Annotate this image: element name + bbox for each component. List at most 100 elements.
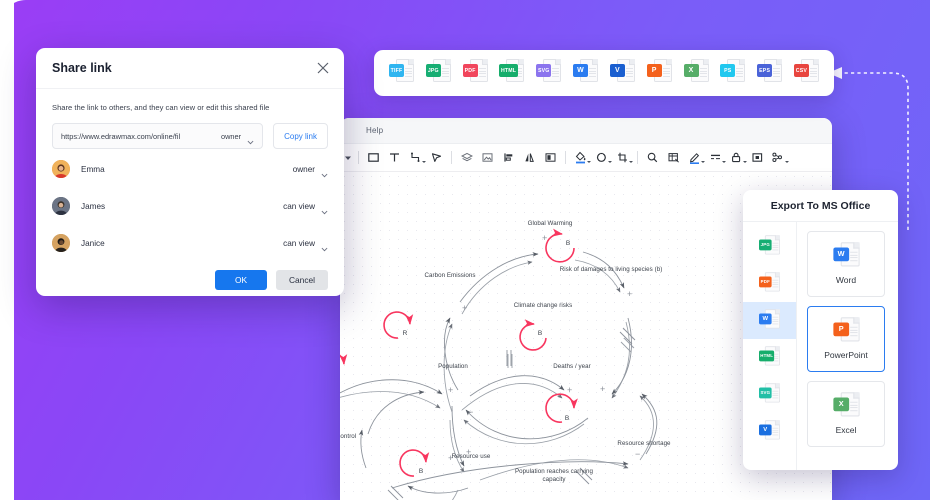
image-icon[interactable] (477, 147, 498, 169)
chevron-down-icon[interactable] (321, 240, 328, 251)
chevron-down-icon[interactable] (321, 203, 328, 214)
toolbar-separator (565, 151, 566, 164)
diagram-node-resource-short[interactable]: Resource shortage (599, 440, 689, 448)
export-sidebar-item-visio[interactable]: V (743, 413, 796, 450)
diagram-node-carbon-emissions[interactable]: Carbon Emissions (400, 272, 500, 280)
file-badge-label: CSV (793, 64, 809, 77)
export-card-word[interactable]: W Word (807, 231, 885, 297)
export-card-label: PowerPoint (824, 350, 868, 360)
file-fold-shape (592, 59, 599, 65)
export-sidebar-item-word[interactable]: W (743, 302, 796, 339)
avatar (52, 160, 70, 178)
file-icon-jpg: JPG (759, 234, 780, 259)
diagram-node-deaths-year[interactable]: Deaths / year (541, 363, 603, 371)
file-lines (478, 68, 486, 79)
diagram-node-carrying[interactable]: Population reaches carrying capacity (484, 468, 624, 484)
table-icon[interactable] (663, 147, 684, 169)
flip-icon[interactable] (519, 147, 540, 169)
file-icon-excel[interactable]: X (683, 59, 709, 87)
lock-icon[interactable] (726, 147, 747, 169)
export-card-label: Word (835, 275, 857, 285)
file-icon-pdf[interactable]: PDF (462, 59, 488, 87)
export-card-label: Excel (835, 425, 857, 435)
pen-icon[interactable] (684, 147, 705, 169)
share-person-name: James (81, 201, 106, 211)
group-icon[interactable] (768, 147, 789, 169)
diagram-node-risk-damages[interactable]: Risk of damages to living species (b) (536, 266, 686, 274)
file-fold-shape (812, 59, 819, 65)
export-sidebar-item-svg[interactable]: SVG (743, 376, 796, 413)
file-icon-tiff[interactable]: TIFF (389, 59, 414, 87)
file-icon-jpg[interactable]: JPG (425, 59, 451, 87)
line-style-icon[interactable] (705, 147, 726, 169)
pointer-icon[interactable] (426, 147, 447, 169)
share-person-role: owner (292, 164, 315, 174)
file-icon-excel: X (832, 392, 860, 421)
share-dialog-description: Share the link to others, and they can v… (52, 103, 270, 112)
fill-color-icon[interactable] (570, 147, 591, 169)
app-toolbar (340, 144, 832, 172)
crop-icon[interactable] (612, 147, 633, 169)
shape-rectangle-icon[interactable] (363, 147, 384, 169)
export-card-powerpoint[interactable]: P PowerPoint (807, 306, 885, 372)
file-icon-csv[interactable]: CSV (793, 59, 819, 87)
export-sidebar-item-jpg[interactable]: JPG (743, 228, 796, 265)
connector-icon[interactable] (405, 147, 426, 169)
diagram-node-global-warming[interactable]: Global Warming (500, 220, 600, 228)
text-icon[interactable] (384, 147, 405, 169)
file-badge-label: PS (720, 64, 736, 77)
file-badge-label: P (646, 64, 662, 77)
file-lines (441, 68, 449, 79)
file-icon-powerpoint[interactable]: P (646, 59, 672, 87)
file-badge-label: W (759, 312, 772, 324)
file-icon-word: W (832, 242, 860, 271)
file-badge-label: P (832, 322, 849, 337)
share-dialog-actions: OK Cancel (36, 260, 344, 290)
polarity-plus: + (627, 289, 633, 299)
frame-icon[interactable] (540, 147, 561, 169)
file-lines (773, 68, 781, 79)
align-icon[interactable] (498, 147, 519, 169)
share-link-row: https://www.edrawmax.com/online/fil owne… (36, 112, 344, 149)
file-icon-word[interactable]: W (573, 59, 599, 87)
diagram-node-climate-risks[interactable]: Climate change risks (493, 302, 593, 310)
ok-button[interactable]: OK (215, 270, 267, 290)
file-icon-svg: SVG (759, 382, 780, 407)
file-icon-ps[interactable]: PS (720, 59, 746, 87)
chevron-down-icon[interactable] (247, 133, 254, 144)
close-icon[interactable] (316, 61, 330, 75)
diagram-node-population-ctrl[interactable]: Population control (340, 433, 376, 441)
loop-letter-consume: B (418, 468, 424, 475)
copy-link-button[interactable]: Copy link (273, 123, 328, 149)
polarity-plus: + (542, 233, 548, 243)
file-lines (625, 68, 633, 79)
file-icon-visio[interactable]: V (609, 59, 635, 87)
search-icon[interactable] (642, 147, 663, 169)
avatar (52, 197, 70, 215)
menu-item-help[interactable]: Help (366, 126, 383, 135)
shape-style-icon[interactable] (591, 147, 612, 169)
export-sidebar-item-pdf[interactable]: PDF (743, 265, 796, 302)
file-lines (699, 68, 707, 79)
share-person-name: Janice (81, 238, 105, 248)
file-fold-shape (702, 59, 709, 65)
share-link-input[interactable]: https://www.edrawmax.com/online/fil owne… (52, 123, 264, 149)
export-card-excel[interactable]: X Excel (807, 381, 885, 447)
file-icon-eps[interactable]: EPS (757, 59, 783, 87)
file-icon-svg[interactable]: SVG (536, 59, 562, 87)
center-icon[interactable] (747, 147, 768, 169)
diagram-node-births-year[interactable]: Births / year (340, 365, 352, 373)
file-badge-label: PDF (759, 275, 772, 287)
file-icon-word: W (759, 308, 780, 333)
cancel-button[interactable]: Cancel (276, 270, 328, 290)
export-sidebar-item-html[interactable]: HTML (743, 339, 796, 376)
polarity-plus: + (462, 303, 468, 313)
share-person-row: Emma owner (36, 152, 344, 186)
diagram-node-population[interactable]: Population (423, 363, 483, 371)
chevron-down-icon[interactable] (321, 166, 328, 177)
diagram-node-resource-use[interactable]: Resource use (436, 453, 506, 461)
file-icon-html: HTML (759, 345, 780, 370)
layers-icon[interactable] (456, 147, 477, 169)
file-badge-label: SVG (536, 64, 552, 77)
file-icon-html[interactable]: HTML (499, 59, 525, 87)
